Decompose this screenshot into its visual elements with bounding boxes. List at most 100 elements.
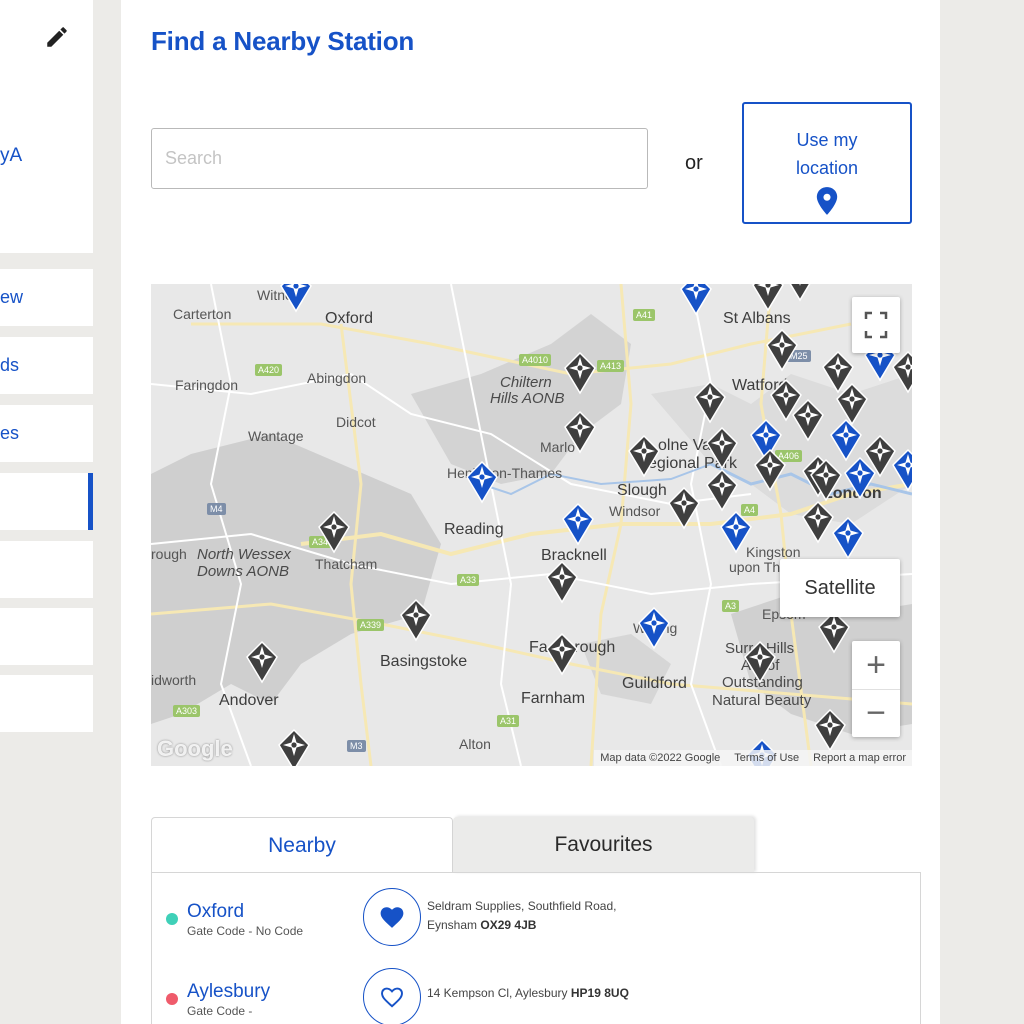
- sidebar-item-3[interactable]: es: [0, 405, 93, 462]
- search-input[interactable]: [151, 128, 648, 189]
- station-marker-icon[interactable]: [545, 632, 579, 676]
- location-pin-icon: [816, 187, 838, 215]
- google-logo: Google: [157, 736, 233, 761]
- zoom-controls: + −: [852, 641, 900, 737]
- favourite-button[interactable]: [363, 968, 421, 1024]
- station-marker-icon[interactable]: [765, 328, 799, 372]
- map-label-colne-valley: olne Va: [658, 437, 712, 454]
- station-address: 14 Kempson Cl, Aylesbury HP19 8UQ: [427, 984, 667, 1003]
- station-marker-icon[interactable]: [693, 380, 727, 424]
- station-marker-icon[interactable]: [627, 434, 661, 478]
- road-tag-a3: A3: [722, 600, 740, 612]
- station-marker-icon[interactable]: [317, 510, 351, 554]
- station-marker-icon[interactable]: [277, 728, 311, 766]
- postcode: OX29 4JB: [480, 918, 537, 932]
- heart-outline-icon: [381, 987, 403, 1008]
- station-marker-icon[interactable]: [801, 500, 835, 544]
- map-label-wantage: Wantage: [248, 428, 304, 444]
- map-label-downs-aonb: Downs AONB: [197, 563, 289, 580]
- sidebar-item-5[interactable]: [0, 541, 93, 598]
- station-marker-icon[interactable]: [753, 448, 787, 492]
- fullscreen-button[interactable]: [852, 297, 900, 353]
- terms-of-use-link[interactable]: Terms of Use: [734, 752, 799, 764]
- station-name[interactable]: Aylesbury: [187, 981, 270, 1003]
- satellite-toggle-button[interactable]: Satellite: [780, 559, 900, 617]
- map-label-st-albans: St Albans: [723, 310, 791, 327]
- station-marker-icon[interactable]: [743, 640, 777, 684]
- gate-code: Gate Code -: [187, 1004, 253, 1018]
- or-label: or: [685, 152, 703, 174]
- station-marker-icon[interactable]: [705, 468, 739, 512]
- station-marker-blue-icon[interactable]: [719, 510, 753, 554]
- sidebar-item-2[interactable]: ds: [0, 337, 93, 394]
- map-label-farnham: Farnham: [521, 690, 586, 707]
- map-label-abingdon: Abingdon: [307, 370, 367, 386]
- address-line: 14 Kempson Cl, Aylesbury: [427, 986, 568, 1000]
- road-tag-m4: M4: [207, 503, 226, 515]
- sidebar-item-7[interactable]: [0, 675, 93, 732]
- station-marker-blue-icon[interactable]: [561, 502, 595, 546]
- tab-favourites[interactable]: Favourites: [453, 817, 754, 873]
- station-marker-icon[interactable]: [751, 284, 785, 312]
- station-marker-icon[interactable]: [783, 284, 817, 302]
- sidebar-item-1[interactable]: ew: [0, 269, 93, 326]
- station-marker-blue-icon[interactable]: [679, 284, 713, 316]
- map-label-kingston: Kingston: [746, 544, 801, 560]
- tab-nearby[interactable]: Nearby: [151, 817, 453, 873]
- report-map-error-link[interactable]: Report a map error: [813, 752, 906, 764]
- main-panel: Find a Nearby Station or Use my location: [121, 0, 940, 1024]
- station-marker-blue-icon[interactable]: [831, 516, 865, 560]
- station-marker-icon[interactable]: [667, 486, 701, 530]
- map-label-guildford: Guildford: [622, 675, 687, 692]
- favourite-button[interactable]: [363, 888, 421, 946]
- map-attribution: Map data ©2022 Google Terms of Use Repor…: [594, 750, 912, 766]
- zoom-in-button[interactable]: +: [852, 641, 900, 689]
- station-marker-blue-icon[interactable]: [279, 284, 313, 313]
- sidebar-item-4-active[interactable]: [0, 473, 93, 530]
- road-tag-a41: A41: [633, 309, 656, 321]
- page-title: Find a Nearby Station: [151, 26, 415, 56]
- use-my-location-button[interactable]: Use my location: [742, 102, 912, 224]
- station-marker-icon[interactable]: [813, 708, 847, 752]
- station-marker-icon[interactable]: [563, 351, 597, 395]
- map-label-faringdon: Faringdon: [175, 377, 239, 393]
- station-address: Seldram Supplies, Southfield Road, Eynsh…: [427, 897, 667, 935]
- station-row[interactable]: Oxford Gate Code - No Code Seldram Suppl…: [152, 888, 922, 961]
- heart-filled-icon: [380, 907, 404, 928]
- station-map[interactable]: Witney Carterton Oxford St Albans Faring…: [151, 284, 912, 766]
- profile-card: yA: [0, 0, 93, 253]
- map-label-oxford: Oxford: [325, 310, 374, 327]
- station-marker-icon[interactable]: [809, 458, 843, 502]
- station-row[interactable]: Aylesbury Gate Code - 14 Kempson Cl, Ayl…: [152, 968, 922, 1024]
- station-marker-icon[interactable]: [563, 410, 597, 454]
- station-marker-icon[interactable]: [705, 426, 739, 470]
- sidebar: yA ew ds es: [0, 0, 93, 1024]
- map-label-windsor: Windsor: [609, 503, 661, 519]
- map-label-slough: Slough: [617, 482, 667, 499]
- fullscreen-icon: [864, 311, 888, 339]
- station-marker-blue-icon[interactable]: [465, 460, 499, 504]
- station-marker-icon[interactable]: [891, 350, 912, 394]
- sidebar-item-6[interactable]: [0, 608, 93, 665]
- station-list: Oxford Gate Code - No Code Seldram Suppl…: [151, 872, 921, 1024]
- station-tabs: Nearby Favourites: [151, 817, 754, 873]
- map-label-north-wessex: North Wessex: [197, 546, 291, 563]
- edit-pencil-icon[interactable]: [44, 24, 70, 50]
- station-name[interactable]: Oxford: [187, 901, 244, 923]
- postcode: HP19 8UQ: [570, 986, 629, 1000]
- station-marker-icon[interactable]: [545, 560, 579, 604]
- road-tag-a31: A31: [497, 715, 520, 727]
- station-marker-blue-icon[interactable]: [843, 456, 877, 500]
- zoom-out-button[interactable]: −: [852, 689, 900, 737]
- station-marker-icon[interactable]: [399, 598, 433, 642]
- station-marker-blue-icon[interactable]: [891, 448, 912, 492]
- station-marker-icon[interactable]: [791, 398, 825, 442]
- map-label-thatcham: Thatcham: [315, 556, 378, 572]
- road-tag-a303: A303: [173, 705, 201, 717]
- page-background-right: [940, 0, 1024, 1024]
- road-tag-a413: A413: [597, 360, 625, 372]
- road-tag-m3: M3: [347, 740, 366, 752]
- station-marker-icon[interactable]: [245, 640, 279, 684]
- map-label-andover: Andover: [219, 692, 279, 709]
- station-marker-blue-icon[interactable]: [637, 606, 671, 650]
